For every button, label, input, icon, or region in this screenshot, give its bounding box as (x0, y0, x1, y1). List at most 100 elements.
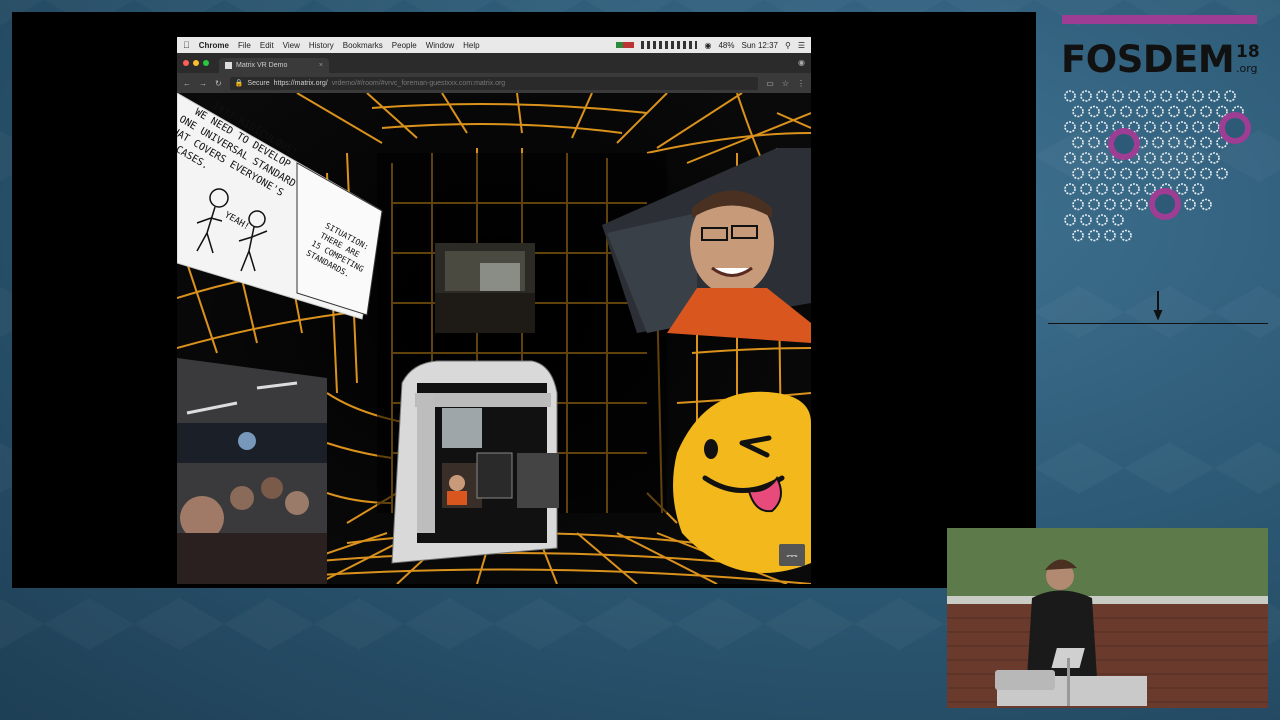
bookmark-star-icon[interactable]: ☆ (782, 79, 789, 88)
small-gear-icon (1072, 136, 1084, 149)
reload-icon[interactable]: ↻ (215, 79, 222, 88)
apple-icon[interactable]:  (183, 40, 190, 50)
menu-help[interactable]: Help (463, 41, 479, 50)
small-gear-icon (1096, 214, 1108, 226)
speaker-camera-image (947, 528, 1268, 708)
small-gear-icon (1064, 183, 1076, 195)
small-gear-icon (1144, 183, 1156, 195)
small-gear-icon (1144, 152, 1156, 164)
small-gear-icon (1120, 229, 1132, 242)
small-gear-icon (1088, 229, 1100, 242)
small-gear-icon (1136, 105, 1148, 118)
small-gear-icon (1200, 105, 1212, 118)
small-gear-icon (1096, 183, 1108, 195)
small-gear-icon (1176, 90, 1188, 102)
small-gear-icon (1192, 183, 1204, 195)
small-gear-icon (1120, 198, 1132, 211)
menu-people[interactable]: People (392, 41, 417, 50)
fosdem-gears-pattern (1064, 90, 1251, 321)
tab-matrix-vr-demo[interactable]: Matrix VR Demo × (219, 58, 329, 73)
small-gear-icon (1128, 183, 1140, 195)
fosdem-accent-bar (1062, 15, 1257, 24)
spotlight-search-icon[interactable]: ⚲ (785, 41, 791, 50)
small-gear-icon (1200, 198, 1212, 211)
fosdem-baseline (1048, 323, 1268, 324)
small-gear-icon (1192, 152, 1204, 164)
address-toolbar: ← → ↻ 🔒 Secure https://matrix.org/ vrdem… (177, 73, 811, 93)
fosdem-year: 18 (1236, 42, 1260, 62)
small-gear-icon (1080, 183, 1092, 195)
menu-view[interactable]: View (283, 41, 300, 50)
small-gear-icon (1168, 167, 1180, 180)
incognito-icon: ◉ (798, 58, 805, 67)
cast-icon[interactable]: ▭ (766, 79, 774, 88)
small-gear-icon (1080, 90, 1092, 102)
small-gear-icon (1184, 198, 1196, 211)
small-gear-icon (1184, 105, 1196, 118)
menu-file[interactable]: File (238, 41, 251, 50)
small-gear-icon (1184, 167, 1196, 180)
forward-arrow-icon[interactable]: → (199, 79, 207, 88)
minimize-window-icon[interactable] (193, 60, 199, 66)
menubar-status: ◉ 48% Sun 12:37 ⚲ ☰ (616, 41, 805, 50)
small-gear-icon (1192, 121, 1204, 133)
notification-list-icon[interactable]: ☰ (798, 41, 805, 50)
menu-bookmarks[interactable]: Bookmarks (343, 41, 383, 50)
small-gear-icon (1104, 229, 1116, 242)
close-window-icon[interactable] (183, 60, 189, 66)
maximize-window-icon[interactable] (203, 60, 209, 66)
small-gear-icon (1088, 198, 1100, 211)
small-gear-icon (1096, 90, 1108, 102)
browser-window:  Chrome File Edit View History Bookmark… (177, 37, 811, 584)
small-gear-icon (1144, 90, 1156, 102)
close-tab-icon[interactable]: × (319, 62, 323, 69)
small-gear-icon (1088, 167, 1100, 180)
small-gear-icon (1088, 105, 1100, 118)
small-gear-icon (1104, 198, 1116, 211)
small-gear-icon (1208, 121, 1220, 133)
small-gear-icon (1096, 121, 1108, 133)
small-gear-icon (1176, 121, 1188, 133)
clock[interactable]: Sun 12:37 (741, 41, 777, 50)
small-gear-icon (1192, 90, 1204, 102)
speaker-camera-feed (947, 528, 1268, 708)
gear-large-1-icon (1108, 128, 1140, 160)
small-gear-icon (1200, 167, 1212, 180)
remote-video-room (435, 243, 535, 333)
slide-frame:  Chrome File Edit View History Bookmark… (12, 12, 1036, 588)
fosdem-logo: FOSDEM (1061, 38, 1235, 81)
wifi-icon[interactable]: ◉ (704, 41, 711, 50)
gear-large-3-icon (1149, 188, 1181, 220)
small-gear-icon (1224, 90, 1236, 102)
small-gear-icon (1072, 229, 1084, 242)
small-gear-icon (1064, 214, 1076, 226)
small-gear-icon (1208, 90, 1220, 102)
menu-history[interactable]: History (309, 41, 334, 50)
small-gear-icon (1104, 105, 1116, 118)
favicon-icon (225, 62, 232, 69)
cardboard-vr-icon[interactable]: ⎓ (779, 544, 805, 566)
secure-label: Secure (247, 79, 270, 87)
small-gear-icon (1080, 152, 1092, 164)
menu-app-name[interactable]: Chrome (199, 41, 229, 50)
small-gear-icon (1160, 121, 1172, 133)
small-gear-icon (1200, 136, 1212, 149)
back-arrow-icon[interactable]: ← (183, 79, 191, 88)
vr-scene-viewport[interactable]: 14?! RIDICULOUS! WE NEED TO DEVELOP ONE … (177, 93, 811, 584)
url-bar[interactable]: 🔒 Secure https://matrix.org/ vrdemo/#/ro… (229, 76, 759, 90)
small-gear-icon (1096, 152, 1108, 164)
small-gear-icon (1128, 90, 1140, 102)
menu-window[interactable]: Window (426, 41, 454, 50)
battery-percent: 48% (718, 40, 735, 50)
vr-room-render: 14?! RIDICULOUS! WE NEED TO DEVELOP ONE … (177, 93, 811, 584)
lock-icon: 🔒 (234, 80, 244, 87)
small-gear-icon (1136, 167, 1148, 180)
chrome-menu-icon[interactable]: ⋮ (797, 79, 805, 88)
small-gear-icon (1112, 90, 1124, 102)
small-gear-icon (1160, 152, 1172, 164)
small-gear-icon (1152, 167, 1164, 180)
fosdem-org: .org (1236, 62, 1258, 75)
small-gear-icon (1088, 136, 1100, 149)
remote-video-audience (177, 358, 327, 584)
menu-edit[interactable]: Edit (260, 41, 274, 50)
